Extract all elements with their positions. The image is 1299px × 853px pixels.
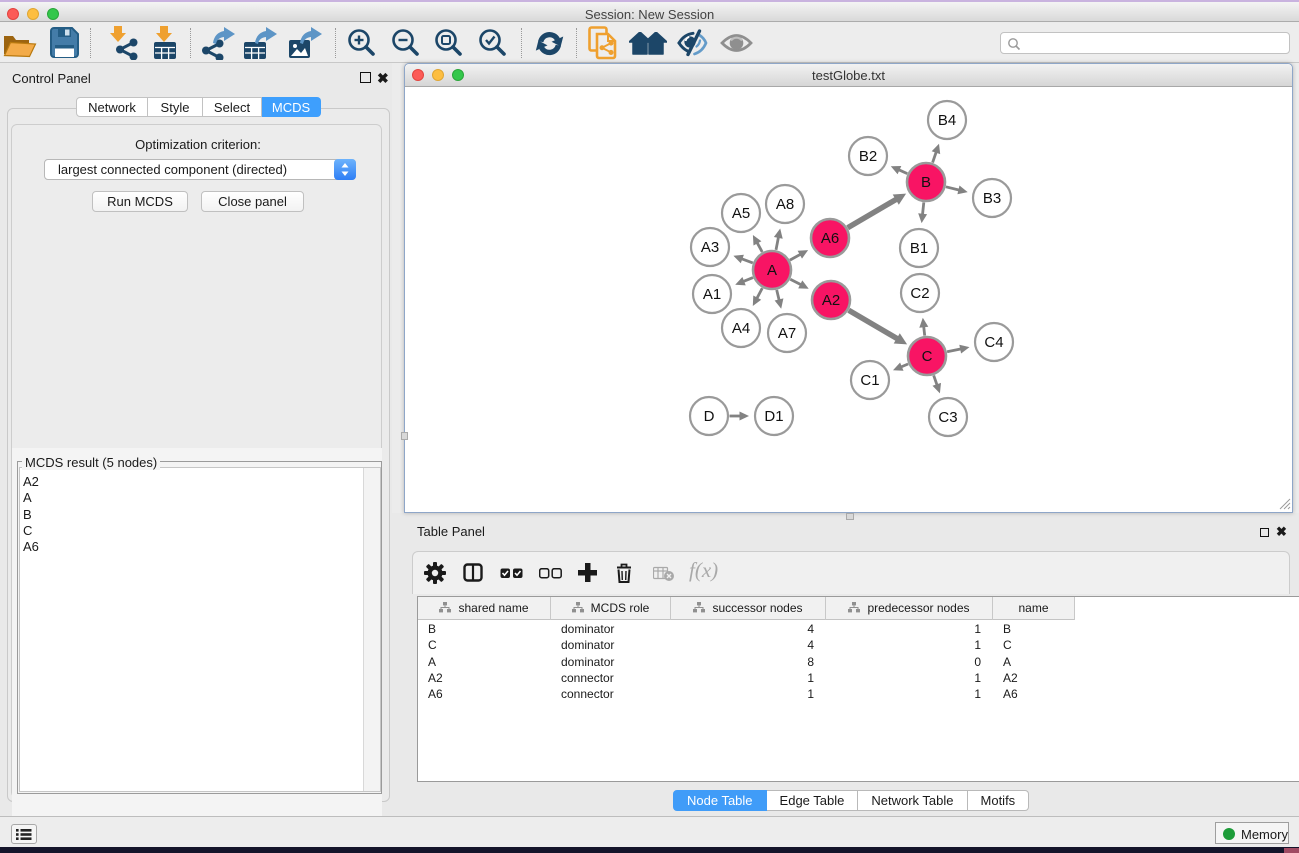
svg-text:A2: A2 [822,292,840,309]
svg-text:A: A [767,262,777,279]
svg-text:A3: A3 [701,239,719,256]
svg-text:A8: A8 [776,196,794,213]
svg-text:B: B [921,174,931,191]
svg-text:A1: A1 [703,286,721,303]
svg-text:D: D [704,408,715,425]
svg-text:A7: A7 [778,325,796,342]
svg-text:B4: B4 [938,112,956,129]
svg-text:A6: A6 [821,230,839,247]
svg-text:A4: A4 [732,320,750,337]
svg-text:C3: C3 [938,409,957,426]
svg-text:C2: C2 [910,285,929,302]
svg-text:B2: B2 [859,148,877,165]
svg-text:B1: B1 [910,240,928,257]
svg-text:C4: C4 [984,334,1003,351]
svg-text:C1: C1 [860,372,879,389]
svg-text:D1: D1 [764,408,783,425]
svg-text:A5: A5 [732,205,750,222]
svg-text:B3: B3 [983,190,1001,207]
svg-text:C: C [922,348,933,365]
